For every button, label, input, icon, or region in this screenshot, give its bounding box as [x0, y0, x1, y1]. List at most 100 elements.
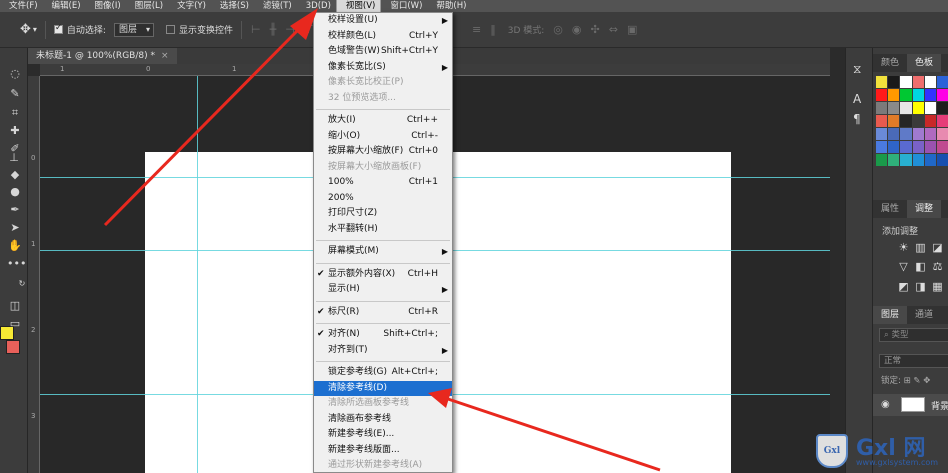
- view-menu-item[interactable]: 校样设置(U) ▶: [314, 13, 452, 29]
- tab-adjustments[interactable]: 调整: [907, 200, 942, 218]
- auto-select-dropdown[interactable]: 图层: [113, 22, 154, 37]
- color-swatch[interactable]: [936, 128, 948, 140]
- layer-row[interactable]: ◉ 背景: [873, 394, 948, 416]
- close-icon[interactable]: ×: [161, 48, 169, 64]
- color-swatch[interactable]: [888, 115, 900, 127]
- color-swatch[interactable]: [876, 154, 888, 166]
- color-swatch[interactable]: [924, 76, 936, 88]
- color-swatch[interactable]: [936, 115, 948, 127]
- color-swatch[interactable]: [900, 76, 912, 88]
- view-menu-item[interactable]: 显示(H) ▶: [314, 282, 452, 298]
- color-swatch[interactable]: [876, 89, 888, 101]
- view-menu-item[interactable]: ✔ 标尺(R) Ctrl+R: [314, 305, 452, 321]
- view-menu-item[interactable]: 缩小(O) Ctrl+-: [314, 129, 452, 145]
- menu-3d[interactable]: 3D(D): [297, 0, 336, 12]
- view-menu-item[interactable]: 清除参考线(D): [314, 380, 452, 396]
- eraser-icon[interactable]: ◆: [7, 167, 23, 183]
- distribute-icon[interactable]: ≡: [472, 23, 481, 36]
- bucket-icon[interactable]: ●: [7, 184, 23, 200]
- color-swatch[interactable]: [900, 89, 912, 101]
- color-swatch[interactable]: [936, 102, 948, 114]
- scale-icon[interactable]: ▣: [627, 23, 637, 36]
- invert-icon[interactable]: ◨: [912, 280, 929, 293]
- quick-select-icon[interactable]: ✎: [7, 86, 23, 102]
- view-menu-item[interactable]: 32 位预览选项...: [314, 91, 452, 107]
- color-swatch[interactable]: [900, 115, 912, 127]
- align-center-icon[interactable]: ╫: [270, 23, 277, 36]
- quick-mask-icon[interactable]: ◫: [7, 298, 23, 314]
- screen-mode-icon[interactable]: ▭: [7, 316, 23, 332]
- eye-icon[interactable]: ◉: [881, 399, 890, 410]
- color-swatch[interactable]: [900, 141, 912, 153]
- transform-checkbox[interactable]: [165, 25, 175, 34]
- distribute-v-icon[interactable]: ‖: [490, 23, 496, 36]
- crop-icon[interactable]: ⌗: [7, 105, 23, 121]
- character-icon[interactable]: A: [853, 92, 861, 106]
- pen-icon[interactable]: ✒: [7, 202, 23, 218]
- color-swatch[interactable]: [912, 154, 924, 166]
- view-menu-item[interactable]: 校样颜色(L) Ctrl+Y: [314, 29, 452, 45]
- auto-select-value[interactable]: 图层: [113, 22, 154, 37]
- view-menu-item[interactable]: 新建参考线(E)...: [314, 427, 452, 443]
- align-right-icon[interactable]: ⊣: [285, 23, 295, 36]
- menu-image[interactable]: 图像(I): [86, 0, 126, 12]
- view-menu-item[interactable]: 清除所选画板参考线: [314, 396, 452, 412]
- menu-filter[interactable]: 滤镜(T): [254, 0, 297, 12]
- blend-mode-select[interactable]: 正常: [879, 354, 948, 368]
- menu-layer[interactable]: 图层(L): [126, 0, 168, 12]
- guide-vertical[interactable]: [197, 76, 198, 473]
- color-swatch[interactable]: [888, 76, 900, 88]
- view-menu-item[interactable]: ✔ 显示额外内容(X) Ctrl+H: [314, 267, 452, 283]
- view-menu-item[interactable]: 按屏幕大小缩放(F) Ctrl+0: [314, 144, 452, 160]
- tab-layers[interactable]: 图层: [873, 306, 908, 324]
- view-menu-item[interactable]: 色域警告(W) Shift+Ctrl+Y: [314, 44, 452, 60]
- hand-icon[interactable]: ✋: [7, 238, 23, 254]
- view-menu-item[interactable]: 水平翻转(H): [314, 222, 452, 238]
- color-swatch[interactable]: [888, 89, 900, 101]
- move-tool-icon[interactable]: ✥: [20, 22, 31, 37]
- view-menu-item[interactable]: 打印尺寸(Z): [314, 206, 452, 222]
- view-menu-item[interactable]: 按屏幕大小缩放画板(F): [314, 160, 452, 176]
- color-swatch[interactable]: [888, 102, 900, 114]
- color-swatch[interactable]: [924, 115, 936, 127]
- align-top-icon[interactable]: ⊤: [304, 23, 314, 36]
- balance-icon[interactable]: ⚖: [929, 260, 946, 273]
- more-tools-icon[interactable]: •••: [7, 256, 26, 272]
- color-swatch[interactable]: [936, 141, 948, 153]
- levels-icon[interactable]: ▥: [912, 241, 929, 254]
- color-swatch[interactable]: [876, 128, 888, 140]
- color-swatch[interactable]: [900, 128, 912, 140]
- orbit-icon[interactable]: ◎: [553, 23, 563, 36]
- color-swatch[interactable]: [876, 141, 888, 153]
- view-menu-item[interactable]: 对齐到(T) ▶: [314, 343, 452, 359]
- lock-pixels-icon[interactable]: ⊞ ✎ ✥: [904, 376, 931, 386]
- color-swatch[interactable]: [936, 76, 948, 88]
- paragraph-icon[interactable]: ¶: [853, 112, 861, 126]
- transform-toggle[interactable]: 显示变换控件: [165, 23, 233, 36]
- color-swatch[interactable]: [924, 128, 936, 140]
- view-menu-item[interactable]: 像素长宽比校正(P): [314, 75, 452, 91]
- layers-filter[interactable]: ⌕ 类型: [879, 328, 948, 342]
- auto-select-toggle[interactable]: 自动选择:: [53, 23, 106, 36]
- view-menu-item[interactable]: 200%: [314, 191, 452, 207]
- background-color[interactable]: [6, 340, 20, 354]
- color-swatch[interactable]: [924, 102, 936, 114]
- chevron-down-icon[interactable]: ▾: [33, 25, 37, 34]
- document-tab[interactable]: 未标题-1 @ 100%(RGB/8) * ×: [28, 48, 177, 64]
- pan-icon[interactable]: ✣: [591, 23, 600, 36]
- view-menu-item[interactable]: 100% Ctrl+1: [314, 175, 452, 191]
- color-swatch[interactable]: [912, 115, 924, 127]
- healing-icon[interactable]: ✚: [7, 123, 23, 139]
- view-menu-item[interactable]: 锁定参考线(G) Alt+Ctrl+;: [314, 365, 452, 381]
- color-swatch[interactable]: [900, 102, 912, 114]
- slide-icon[interactable]: ⇔: [609, 23, 618, 36]
- color-swatch[interactable]: [888, 141, 900, 153]
- view-menu-item[interactable]: 通过形状新建参考线(A): [314, 458, 452, 472]
- color-swatch[interactable]: [924, 154, 936, 166]
- menu-type[interactable]: 文字(Y): [168, 0, 211, 12]
- color-swatch[interactable]: [888, 128, 900, 140]
- color-swatch[interactable]: [936, 154, 948, 166]
- tab-swatches[interactable]: 色板: [907, 54, 942, 72]
- curves-icon[interactable]: ◪: [929, 241, 946, 254]
- posterize-icon[interactable]: ▦: [929, 280, 946, 293]
